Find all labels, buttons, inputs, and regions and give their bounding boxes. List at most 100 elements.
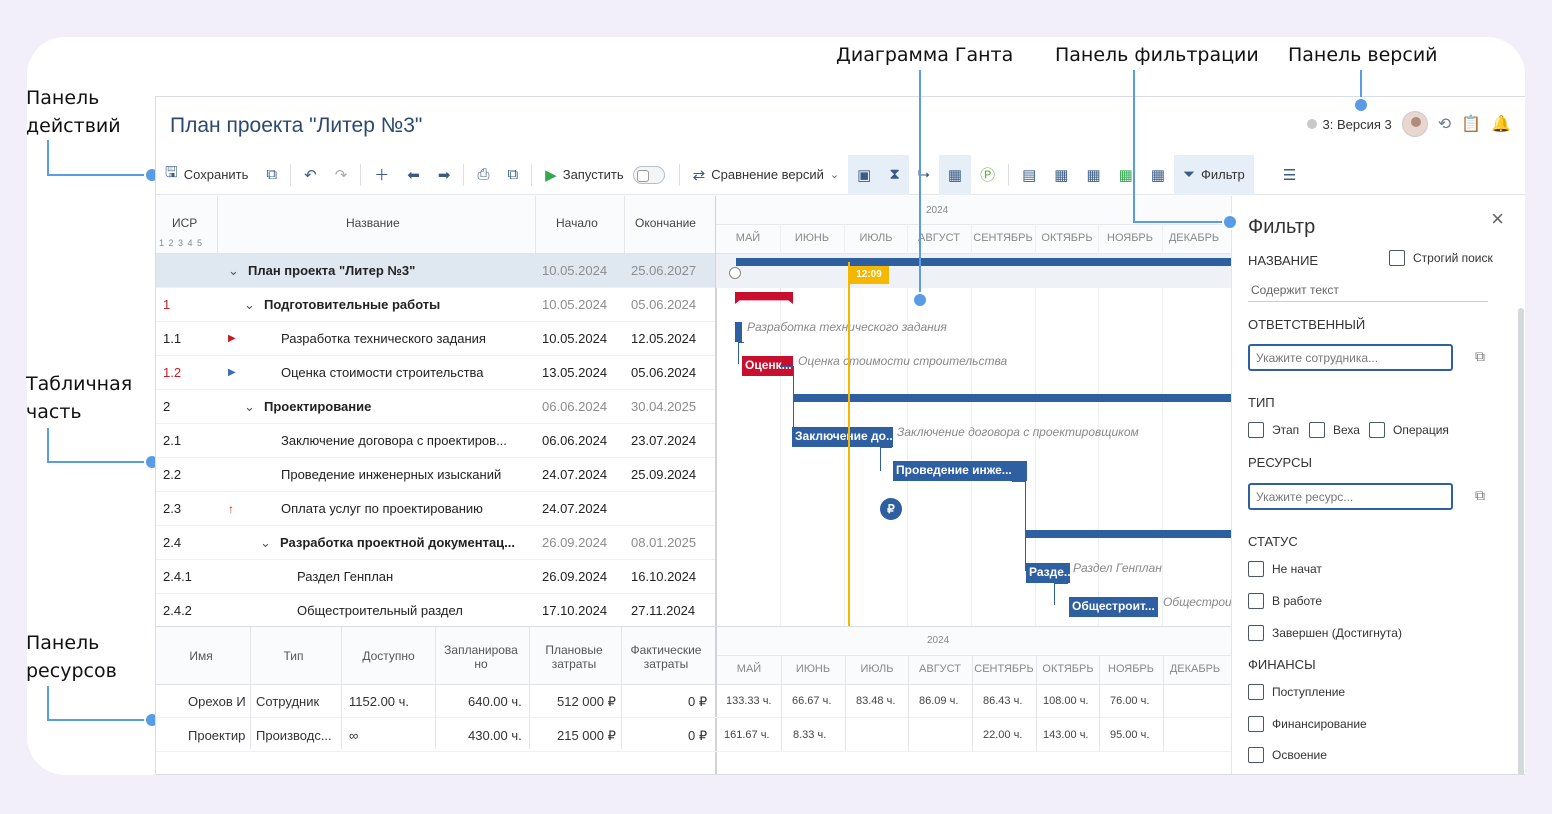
task-bar[interactable]: Разде... <box>1026 563 1070 583</box>
wbs-levels[interactable]: 1 2 3 4 5 <box>159 238 203 248</box>
compare-versions-dropdown[interactable]: ⇄ Сравнение версий ⌄ <box>684 155 849 195</box>
divider <box>531 163 533 186</box>
type-checkbox[interactable]: Операция <box>1369 422 1449 438</box>
print-icon[interactable]: ⎙ <box>468 155 498 195</box>
schedule-icon[interactable]: ▦ <box>938 154 972 195</box>
save-button[interactable]: 🖫 Сохранить <box>156 155 257 195</box>
hourglass-icon[interactable]: ⧗ <box>880 154 909 195</box>
indent-icon[interactable]: ➡ <box>429 155 460 195</box>
resource-header[interactable]: Плановые затраты <box>534 643 614 671</box>
table-row[interactable]: 2.4 ⌄ Разработка проектной документац...… <box>156 526 715 560</box>
task-bar[interactable]: Заключение до... <box>792 427 893 447</box>
table-row[interactable]: 2 ⌄ Проектирование 06.06.2024 30.04.2025 <box>156 390 715 424</box>
resource-name: Орехов И <box>188 694 246 709</box>
responsible-input[interactable]: Укажите сотрудника... <box>1248 344 1453 371</box>
calendar-year-icon[interactable]: ▦ <box>1142 155 1174 195</box>
resource-header[interactable]: Имя <box>176 649 226 663</box>
finance-checkbox[interactable]: Поступление <box>1248 684 1345 700</box>
copy-icon[interactable]: ⧉ <box>257 155 286 195</box>
gantt-month: ОКТЯБРЬ <box>1041 232 1093 244</box>
header-start[interactable]: Начало <box>556 216 598 230</box>
table-view-icon[interactable]: ▤ <box>1013 155 1045 195</box>
checkbox-box[interactable] <box>1389 250 1405 266</box>
links-icon[interactable]: ⮡ <box>909 155 939 195</box>
chevron-down-icon[interactable]: ⌄ <box>244 399 255 415</box>
divider <box>678 163 680 186</box>
redo-icon[interactable]: ↷ <box>326 155 357 195</box>
milestone-circle[interactable] <box>729 267 741 279</box>
priority-high-icon: ▶ <box>228 333 236 344</box>
summary-bar-design[interactable] <box>793 394 1231 402</box>
finance-icon[interactable]: Ⓟ <box>971 155 1004 195</box>
type-checkbox[interactable]: Веха <box>1309 422 1360 438</box>
table-row[interactable]: 2.2 Проведение инженерных изысканий 24.0… <box>156 458 715 492</box>
table-row[interactable]: 2.4.1 Раздел Генплан 26.09.2024 16.10.20… <box>156 560 715 594</box>
status-checkbox[interactable]: В работе <box>1248 593 1322 609</box>
close-icon[interactable]: × <box>1491 206 1504 232</box>
task-bar[interactable]: Общестроит... <box>1069 597 1158 617</box>
status-checkbox[interactable]: Не начат <box>1248 561 1322 577</box>
summary-bar-docs[interactable] <box>1026 530 1231 538</box>
chevron-down-icon[interactable]: ⌄ <box>244 297 255 313</box>
type-checkbox[interactable]: Этап <box>1248 422 1299 438</box>
run-button[interactable]: ▶ Запустить <box>536 155 632 195</box>
task-bar[interactable]: Проведение инже... <box>893 461 1027 481</box>
header-wbs[interactable]: ИСР <box>172 216 197 230</box>
table-row[interactable]: ⌄ План проекта "Литер №3" 10.05.2024 25.… <box>156 254 715 288</box>
chevron-down-icon[interactable]: ⌄ <box>228 263 239 279</box>
copy-icon[interactable]: ⧉ <box>1475 348 1485 365</box>
table-row[interactable]: 1.1 ▶ Разработка технического задания 10… <box>156 322 715 356</box>
status-checkbox[interactable]: Завершен (Достигнута) <box>1248 625 1402 641</box>
dependency-arrow <box>1012 481 1026 571</box>
action-toolbar: 🖫 Сохранить ⧉ ↶ ↷ ＋ ⬅ ➡ ⎙ ⧉ ▶ Запустить ⇄ С… <box>156 154 1525 195</box>
table-row[interactable]: 2.3 ↑ Оплата услуг по проектированию 24.… <box>156 492 715 526</box>
row-end: 25.09.2024 <box>631 467 697 482</box>
gantt-chart: 2024 МАЙ ИЮНЬ ИЮЛЬ АВГУСТ СЕНТЯБРЬ ОКТЯБ… <box>716 196 1232 626</box>
chevron-down-icon: ⌄ <box>829 169 840 181</box>
resource-header[interactable]: Тип <box>266 649 321 663</box>
summary-bar-prep[interactable] <box>735 292 793 304</box>
calendar-icon[interactable]: ▦ <box>1045 155 1077 195</box>
filter-button[interactable]: ⏷ Фильтр <box>1174 154 1254 195</box>
save-label: Сохранить <box>183 167 249 182</box>
scrollbar[interactable] <box>1518 308 1524 774</box>
table-row[interactable]: 2.1 Заключение договора с проектиров... … <box>156 424 715 458</box>
resource-input[interactable]: Укажите ресурс... <box>1248 483 1453 510</box>
undo-icon[interactable]: ↶ <box>295 155 326 195</box>
run-toggle[interactable] <box>632 165 665 184</box>
version-label[interactable]: 3: Версия 3 <box>1323 117 1392 132</box>
settings-icon[interactable]: ☰ <box>1274 155 1305 195</box>
export-icon[interactable]: ⧉ <box>498 155 527 195</box>
baseline-icon[interactable]: ▣ <box>848 154 881 195</box>
add-icon[interactable]: ＋ <box>365 155 398 195</box>
task-bar[interactable] <box>735 322 742 342</box>
chevron-down-icon[interactable]: ⌄ <box>260 535 271 551</box>
avatar[interactable] <box>1401 111 1428 137</box>
resource-header[interactable]: Запланирова но <box>438 643 524 671</box>
header-end[interactable]: Окончание <box>635 216 696 230</box>
play-icon: ▶ <box>545 166 557 184</box>
outdent-icon[interactable]: ⬅ <box>398 155 429 195</box>
resource-month: АВГУСТ <box>919 663 961 675</box>
table-row[interactable]: 1.2 ▶ Оценка стоимости строительства 13.… <box>156 356 715 390</box>
name-search-input[interactable]: Содержит текст <box>1248 278 1488 302</box>
payment-milestone-icon[interactable]: ₽ <box>880 498 902 520</box>
resource-header[interactable]: Доступно <box>351 649 426 663</box>
copy-icon[interactable]: ⧉ <box>1475 487 1485 504</box>
calendar-month-icon[interactable]: ▦ <box>1110 155 1142 195</box>
calendar-week-icon[interactable]: ▦ <box>1077 155 1109 195</box>
history-icon[interactable]: ⟲ <box>1438 114 1451 134</box>
finance-checkbox[interactable]: Освоение <box>1248 747 1327 763</box>
run-label: Запустить <box>562 167 624 182</box>
header-name[interactable]: Название <box>346 216 400 230</box>
task-table: ИСР 1 2 3 4 5 Название Начало Окончание … <box>156 196 715 628</box>
finance-checkbox[interactable]: Финансирование <box>1248 716 1367 732</box>
table-row[interactable]: 2.4.2 Общестроительный раздел 17.10.2024… <box>156 594 715 628</box>
table-row[interactable]: 1 ⌄ Подготовительные работы 10.05.2024 0… <box>156 288 715 322</box>
resource-header[interactable]: Фактические затраты <box>624 643 708 671</box>
bell-icon[interactable]: 🔔 <box>1491 114 1511 134</box>
strict-search-checkbox[interactable]: Строгий поиск <box>1389 250 1493 266</box>
callout-line <box>47 719 151 721</box>
summary-bar-project[interactable] <box>736 258 1231 266</box>
clipboard-icon[interactable]: 📋 <box>1461 114 1481 134</box>
